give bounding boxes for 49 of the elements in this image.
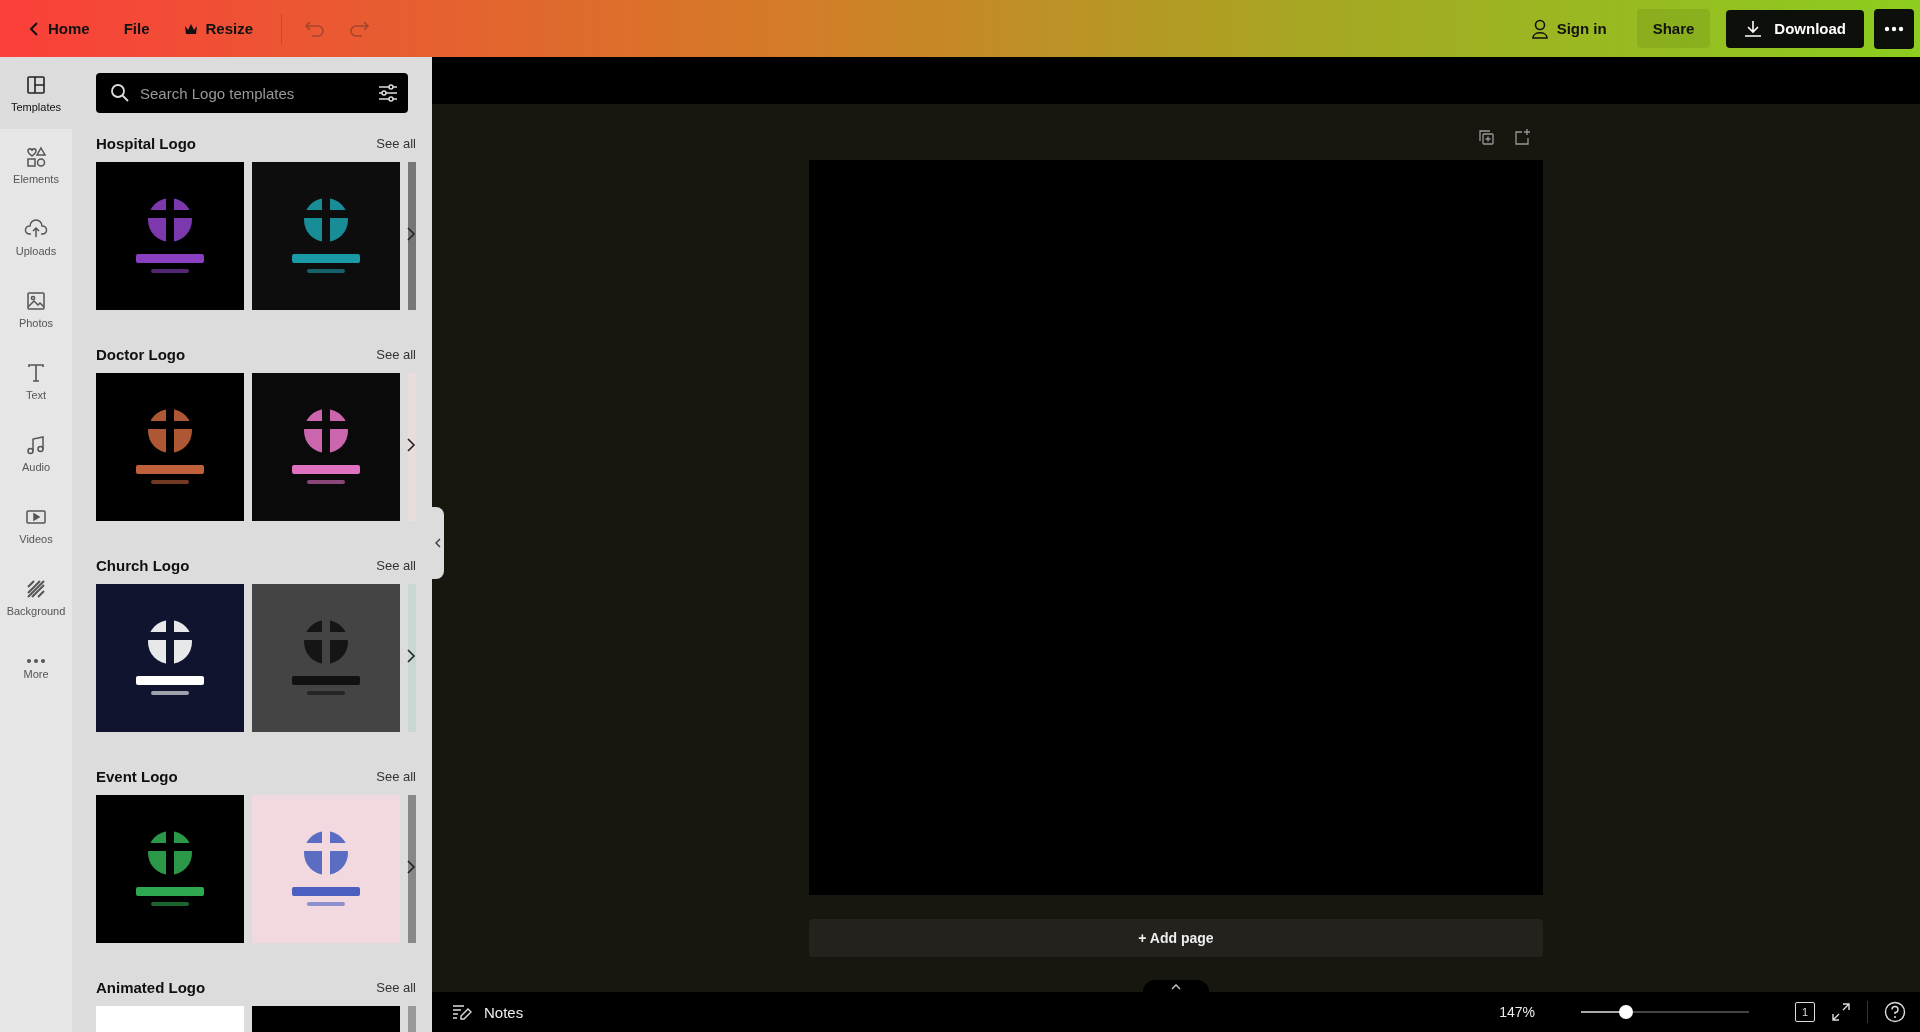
templates-icon (24, 73, 48, 97)
home-button[interactable]: Home (14, 12, 104, 45)
zoom-slider[interactable] (1581, 1005, 1749, 1019)
chevron-left-icon (435, 538, 441, 548)
back-icon (28, 20, 40, 37)
page-count-button[interactable]: 1 (1795, 1002, 1815, 1022)
see-all-link[interactable]: See all (376, 136, 416, 151)
filter-icon[interactable] (378, 83, 398, 103)
fullscreen-icon[interactable] (1831, 1002, 1851, 1022)
expand-pages-tab[interactable] (1143, 980, 1209, 994)
photos-icon (24, 289, 48, 313)
help-icon[interactable] (1884, 1001, 1906, 1023)
zoom-percentage[interactable]: 147% (1499, 1004, 1535, 1020)
chevron-right-icon (406, 437, 416, 453)
download-icon (1744, 19, 1763, 38)
see-all-link[interactable]: See all (376, 347, 416, 362)
person-icon (1530, 18, 1549, 39)
templates-tab[interactable]: Templates (0, 57, 72, 129)
more-options-button[interactable] (1874, 8, 1914, 49)
section-title: Animated Logo (96, 979, 206, 996)
see-all-link[interactable]: See all (376, 769, 416, 784)
chevron-up-icon (1171, 984, 1181, 990)
more-icon (24, 658, 48, 664)
chevron-right-icon (406, 859, 416, 875)
section-title: Event Logo (96, 768, 178, 785)
chevron-right-icon (406, 648, 416, 664)
slider-thumb[interactable] (1619, 1005, 1634, 1019)
chevron-right-icon (406, 226, 416, 242)
notes-icon (452, 1003, 472, 1021)
elements-icon (24, 145, 48, 169)
section-title: Church Logo (96, 557, 190, 574)
notes-button[interactable]: Notes (446, 1002, 530, 1022)
resize-button[interactable]: Resize (169, 12, 268, 45)
section-title: Hospital Logo (96, 135, 196, 152)
section-title: Doctor Logo (96, 346, 186, 363)
search-icon (110, 83, 130, 103)
more-icon (1884, 25, 1904, 32)
download-button[interactable]: Download (1726, 9, 1864, 48)
search-field[interactable]: Search Logo templates (96, 73, 408, 113)
duplicate-page-icon[interactable] (1477, 128, 1495, 146)
share-button[interactable]: Share (1636, 9, 1711, 48)
sign-in-button[interactable]: Sign in (1516, 10, 1621, 47)
add-page-button[interactable]: + Add page (809, 919, 1543, 957)
crown-icon (183, 22, 198, 35)
see-all-link[interactable]: See all (376, 980, 416, 995)
file-button[interactable]: File (109, 12, 164, 45)
collapse-panel-handle[interactable] (432, 507, 444, 579)
see-all-link[interactable]: See all (376, 558, 416, 573)
add-page-icon[interactable] (1513, 128, 1531, 146)
